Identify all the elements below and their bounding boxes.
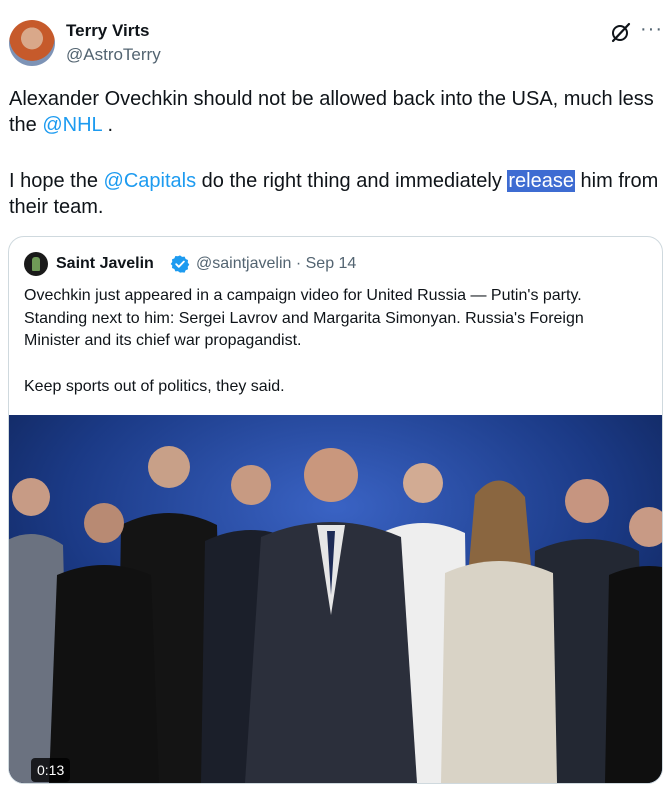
tweet: Terry Virts @AstroTerry ··· Alexander Ov… [0, 0, 672, 800]
tweet-line-3-prefix: I hope the [9, 170, 104, 192]
quoted-text: Ovechkin just appeared in a campaign vid… [24, 285, 649, 398]
tweet-line-2-prefix: the [9, 114, 43, 136]
tweet-text: Alexander Ovechkin should not be allowed… [9, 86, 659, 220]
tweet-line-4: their team. [9, 196, 104, 218]
video-player[interactable]: 0:13 [9, 415, 662, 783]
quoted-blank-line [24, 353, 649, 376]
grok-icon[interactable] [609, 20, 633, 44]
quoted-author-name[interactable]: Saint Javelin [56, 255, 154, 273]
quoted-author-avatar[interactable] [24, 252, 48, 276]
tweet-line-2: the @NHL . [9, 112, 659, 138]
quoted-tweet[interactable]: Saint Javelin @saintjavelin · Sep 14 Ove… [8, 236, 663, 784]
tweet-line-2-suffix: . [101, 114, 114, 136]
quoted-author-handle-date[interactable]: @saintjavelin · Sep 14 [196, 255, 356, 273]
tweet-line-3: I hope the @Capitals do the right thing … [9, 168, 659, 194]
more-icon[interactable]: ··· [640, 19, 664, 44]
tweet-line-3-middle: do the right thing and immediately [196, 170, 508, 192]
author-avatar[interactable] [9, 20, 55, 66]
mention-nhl-link[interactable]: @NHL [42, 114, 102, 136]
quoted-line-1: Ovechkin just appeared in a campaign vid… [24, 287, 582, 304]
tweet-line-1: Alexander Ovechkin should not be allowed… [9, 88, 654, 110]
video-frame [9, 415, 662, 783]
quoted-line-3: Minister and its chief war propagandist. [24, 332, 302, 349]
tweet-line-3-suffix: him from [575, 170, 659, 192]
quoted-line-4: Keep sports out of politics, they said. [24, 377, 285, 395]
author-handle[interactable]: @AstroTerry [66, 45, 161, 65]
quoted-line-2: Standing next to him: Sergei Lavrov and … [24, 309, 584, 327]
mention-capitals-link[interactable]: @Capitals [104, 170, 197, 192]
video-duration: 0:13 [31, 758, 71, 782]
author-name[interactable]: Terry Virts [66, 21, 149, 41]
verified-badge-icon [170, 255, 190, 273]
selected-text-release[interactable]: release [507, 170, 575, 192]
